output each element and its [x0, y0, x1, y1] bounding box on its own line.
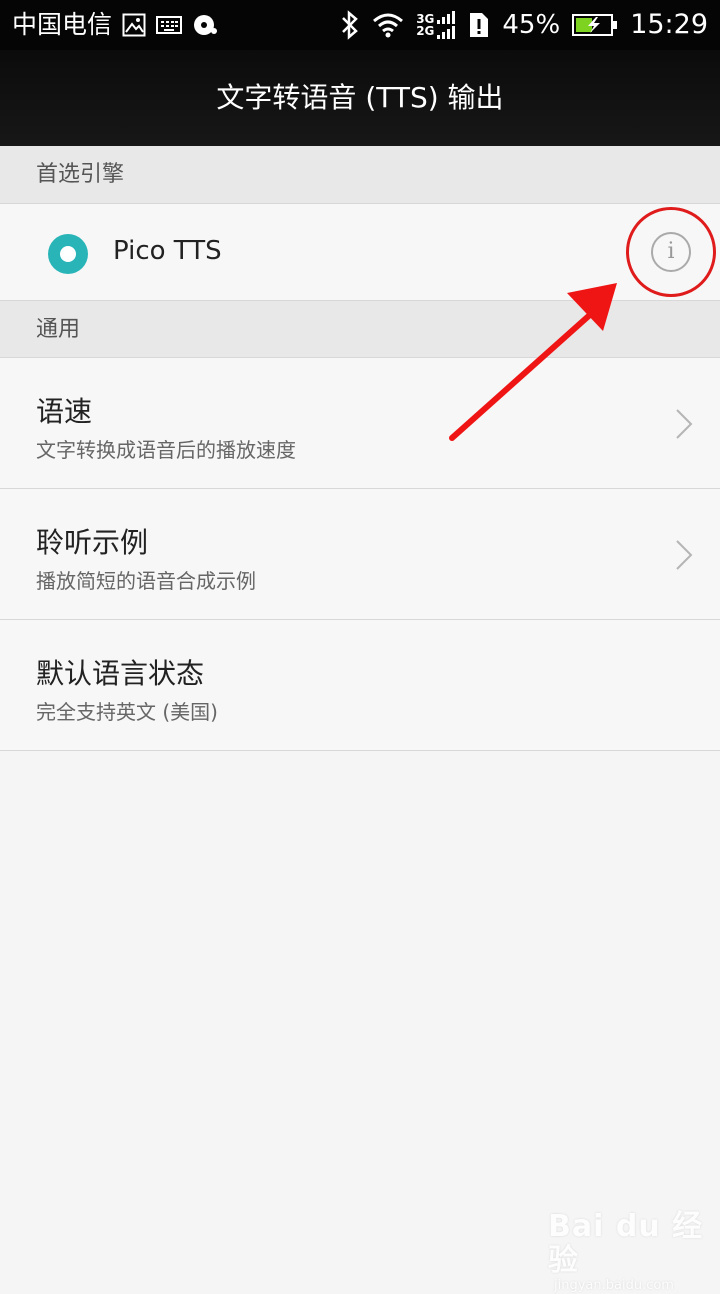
battery-charging-icon [572, 13, 618, 37]
item-subtitle: 播放简短的语音合成示例 [36, 569, 256, 593]
annotation-circle [626, 207, 716, 297]
engine-label: Pico TTS [113, 236, 222, 266]
clock: 15:29 [630, 9, 708, 40]
carrier-label: 中国电信 [12, 10, 113, 39]
bluetooth-icon [340, 10, 360, 40]
list-item-speech-rate[interactable]: 语速 文字转换成语音后的播放速度 [0, 358, 720, 489]
item-title: 语速 [36, 395, 93, 428]
engine-radio-button[interactable] [48, 234, 88, 274]
sim-alert-icon [468, 11, 490, 39]
app-bar: 文字转语音 (TTS) 输出 [0, 50, 720, 146]
disc-icon [192, 13, 218, 37]
watermark-brand: Bai du 经验 [548, 1209, 704, 1278]
section-header-preferred-engine: 首选引擎 [0, 146, 720, 204]
chevron-right-icon [674, 408, 694, 444]
item-title: 默认语言状态 [36, 657, 205, 690]
item-subtitle: 文字转换成语音后的播放速度 [36, 438, 296, 462]
signal-icon: 3G 2G [416, 10, 456, 40]
item-subtitle: 完全支持英文 (美国) [36, 700, 218, 724]
item-title: 聆听示例 [36, 526, 149, 559]
engine-option-pico-tts[interactable]: Pico TTS [0, 204, 720, 301]
net-2g-label: 2G [416, 24, 435, 38]
list-item-default-language-status[interactable]: 默认语言状态 完全支持英文 (美国) [0, 620, 720, 751]
gallery-icon [122, 13, 146, 37]
chevron-right-icon [674, 539, 694, 575]
wifi-icon [372, 12, 404, 38]
section-header-general: 通用 [0, 301, 720, 358]
watermark-logo: Bai du 经验 jingyan.baidu.com [548, 1210, 720, 1294]
status-bar: 中国电信 3G 2G 45% 15:29 [0, 0, 720, 50]
watermark-url: jingyan.baidu.com [554, 1278, 674, 1293]
keyboard-icon [156, 15, 183, 35]
page-title: 文字转语音 (TTS) 输出 [216, 81, 504, 114]
settings-list: 首选引擎 Pico TTS 通用 语速 文字转换成语音后的播放速度 聆听示例 播… [0, 146, 720, 751]
list-item-listen-example[interactable]: 聆听示例 播放简短的语音合成示例 [0, 489, 720, 620]
battery-percent: 45% [502, 10, 561, 40]
